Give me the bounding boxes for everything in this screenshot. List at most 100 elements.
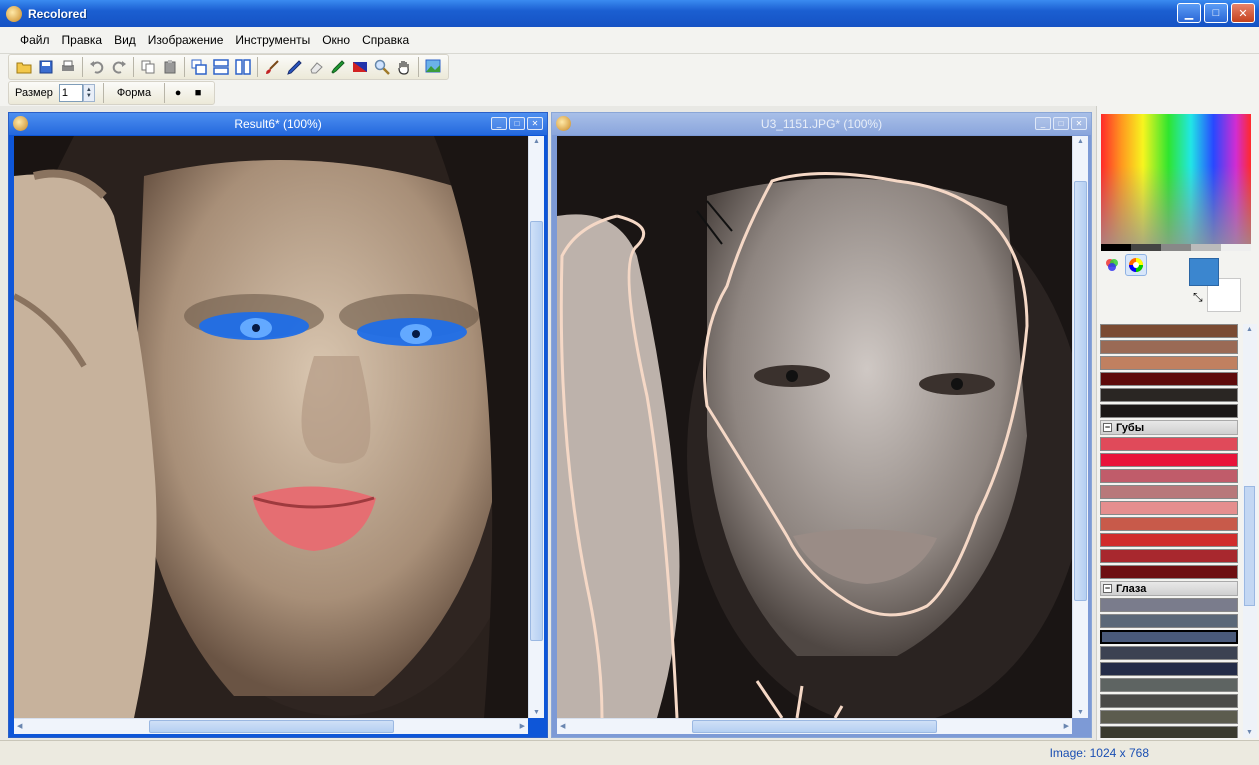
paste-icon[interactable] — [159, 56, 181, 78]
palette-swatch[interactable] — [1100, 549, 1238, 563]
brush-icon[interactable] — [261, 56, 283, 78]
menu-edit[interactable]: Правка — [56, 33, 109, 47]
child-maximize-button[interactable]: □ — [509, 117, 525, 130]
palette-swatch[interactable] — [1100, 533, 1238, 547]
palette-swatch[interactable] — [1100, 388, 1238, 402]
palette-swatch[interactable] — [1100, 614, 1238, 628]
palette-group-header[interactable]: − Губы — [1100, 420, 1238, 435]
child-minimize-button[interactable]: _ — [491, 117, 507, 130]
scroll-right-icon[interactable]: ▶ — [520, 722, 525, 730]
palette-swatch[interactable] — [1100, 694, 1238, 708]
scroll-thumb[interactable] — [1074, 181, 1087, 601]
color-replace-icon[interactable] — [349, 56, 371, 78]
palette-swatch[interactable] — [1100, 485, 1238, 499]
palette-swatch[interactable] — [1100, 678, 1238, 692]
result-vertical-scrollbar[interactable]: ▲ ▼ — [528, 136, 544, 718]
print-icon[interactable] — [57, 56, 79, 78]
scroll-right-icon[interactable]: ▶ — [1064, 722, 1069, 730]
source-image-canvas[interactable] — [557, 136, 1072, 718]
result-image-canvas[interactable] — [14, 136, 528, 718]
primary-color-swatch[interactable] — [1189, 258, 1219, 286]
hand-icon[interactable] — [393, 56, 415, 78]
close-button[interactable]: ✕ — [1231, 3, 1255, 23]
palette-swatch[interactable] — [1100, 646, 1238, 660]
result-horizontal-scrollbar[interactable]: ◀ ▶ — [14, 718, 528, 734]
size-input[interactable]: 1 — [58, 84, 83, 102]
save-icon[interactable] — [35, 56, 57, 78]
swap-colors-icon[interactable]: ⤡ — [1193, 290, 1203, 305]
collapse-icon[interactable]: − — [1103, 584, 1112, 593]
palette-swatch[interactable] — [1100, 565, 1238, 579]
result-window-title-bar[interactable]: Result6* (100%) _ □ ✕ — [9, 113, 547, 135]
tile-horizontal-icon[interactable] — [210, 56, 232, 78]
palette-swatch[interactable] — [1100, 340, 1238, 354]
scroll-up-icon[interactable]: ▲ — [1246, 326, 1253, 333]
menu-help[interactable]: Справка — [356, 33, 415, 47]
shape-square-button[interactable]: ■ — [188, 83, 208, 103]
palette-swatch[interactable] — [1100, 501, 1238, 515]
palette-scrollbar[interactable]: ▲ ▼ — [1243, 324, 1257, 738]
color-spectrum-picker[interactable] — [1101, 114, 1251, 244]
scroll-thumb[interactable] — [149, 720, 394, 733]
source-window[interactable]: U3_1151.JPG* (100%) _ □ ✕ ▲ ▼ ◀ ▶ — [551, 112, 1092, 738]
scroll-thumb[interactable] — [1244, 486, 1255, 606]
tile-vertical-icon[interactable] — [232, 56, 254, 78]
palette-swatch[interactable] — [1100, 662, 1238, 676]
menu-image[interactable]: Изображение — [142, 33, 230, 47]
copy-icon[interactable] — [137, 56, 159, 78]
eyedropper-icon[interactable] — [327, 56, 349, 78]
palette-swatch[interactable] — [1100, 710, 1238, 724]
scroll-thumb[interactable] — [530, 221, 543, 641]
collapse-icon[interactable]: − — [1103, 423, 1112, 432]
shape-circle-button[interactable]: ● — [168, 83, 188, 103]
rgb-mode-icon[interactable] — [1101, 254, 1123, 276]
zoom-icon[interactable] — [371, 56, 393, 78]
scroll-down-icon[interactable]: ▼ — [1246, 729, 1253, 736]
size-spinner[interactable]: ▲ ▼ — [82, 84, 95, 102]
undo-icon[interactable] — [86, 56, 108, 78]
scroll-down-icon[interactable]: ▼ — [1077, 709, 1084, 716]
source-vertical-scrollbar[interactable]: ▲ ▼ — [1072, 136, 1088, 718]
scroll-down-icon[interactable]: ▼ — [533, 709, 540, 716]
spin-down-icon[interactable]: ▼ — [86, 93, 92, 99]
child-close-button[interactable]: ✕ — [527, 117, 543, 130]
minimize-button[interactable]: ▁ — [1177, 3, 1201, 23]
grayscale-strip[interactable] — [1101, 244, 1251, 251]
palette-swatch[interactable] — [1100, 453, 1238, 467]
source-window-title-bar[interactable]: U3_1151.JPG* (100%) _ □ ✕ — [552, 113, 1091, 135]
redo-icon[interactable] — [108, 56, 130, 78]
palette-swatch[interactable] — [1100, 372, 1238, 386]
open-folder-icon[interactable] — [13, 56, 35, 78]
scroll-left-icon[interactable]: ◀ — [560, 722, 565, 730]
menu-view[interactable]: Вид — [108, 33, 142, 47]
child-maximize-button[interactable]: □ — [1053, 117, 1069, 130]
palette-swatch[interactable] — [1100, 404, 1238, 418]
menu-window[interactable]: Окно — [316, 33, 356, 47]
menu-tools[interactable]: Инструменты — [229, 33, 316, 47]
palette-swatch[interactable] — [1100, 437, 1238, 451]
menu-file[interactable]: Файл — [14, 33, 56, 47]
palette-swatch[interactable] — [1100, 726, 1238, 738]
result-window[interactable]: Result6* (100%) _ □ ✕ ▲ ▼ ◀ ▶ — [8, 112, 548, 738]
palette-group-header[interactable]: − Глаза — [1100, 581, 1238, 596]
child-close-button[interactable]: ✕ — [1071, 117, 1087, 130]
palette-swatch[interactable] — [1100, 469, 1238, 483]
palette-swatch[interactable] — [1100, 356, 1238, 370]
scroll-left-icon[interactable]: ◀ — [17, 722, 22, 730]
scroll-up-icon[interactable]: ▲ — [533, 138, 540, 145]
source-horizontal-scrollbar[interactable]: ◀ ▶ — [557, 718, 1072, 734]
child-minimize-button[interactable]: _ — [1035, 117, 1051, 130]
eraser-icon[interactable] — [305, 56, 327, 78]
toolbar-separator — [257, 57, 258, 77]
palette-swatch[interactable] — [1100, 517, 1238, 531]
palette-swatch[interactable] — [1100, 630, 1238, 644]
pencil-icon[interactable] — [283, 56, 305, 78]
palette-swatch[interactable] — [1100, 598, 1238, 612]
color-wheel-icon[interactable] — [1125, 254, 1147, 276]
scroll-up-icon[interactable]: ▲ — [1077, 138, 1084, 145]
cascade-windows-icon[interactable] — [188, 56, 210, 78]
palette-swatch[interactable] — [1100, 324, 1238, 338]
fit-image-icon[interactable] — [422, 56, 444, 78]
maximize-button[interactable]: □ — [1204, 3, 1228, 23]
scroll-thumb[interactable] — [692, 720, 937, 733]
